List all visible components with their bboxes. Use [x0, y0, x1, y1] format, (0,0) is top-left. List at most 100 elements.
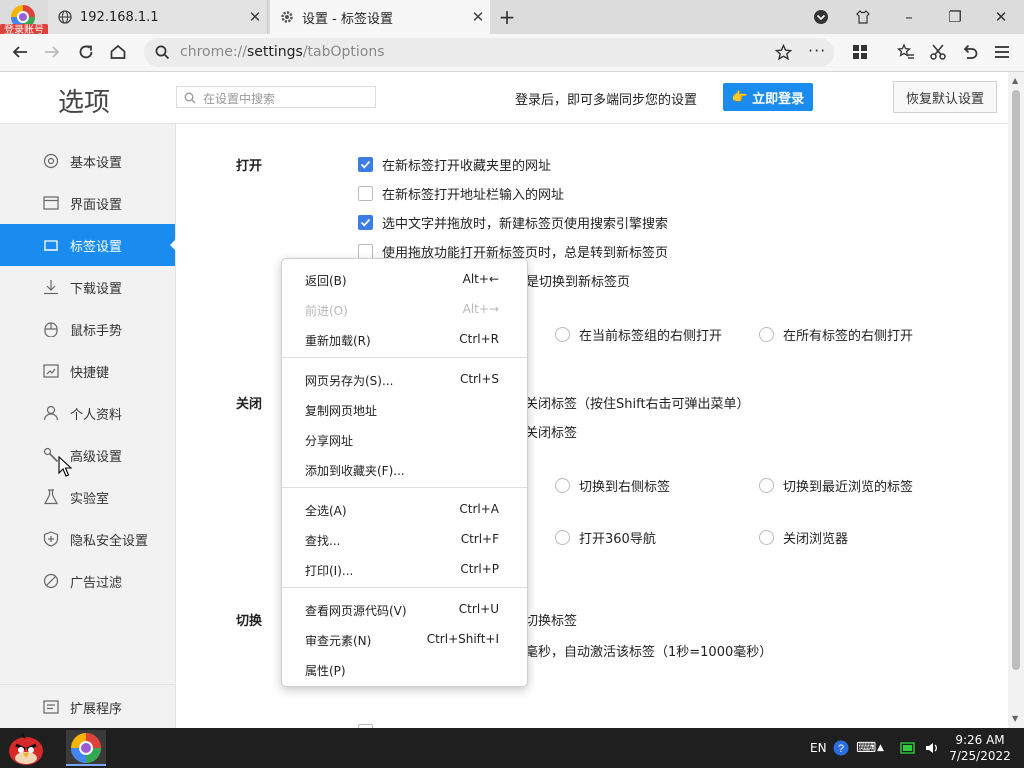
ctx-reload[interactable]: 重新加载(R) Ctrl+R	[282, 324, 527, 354]
url-scheme: chrome://	[180, 44, 247, 60]
ctx-label: 查看网页源代码(V)	[305, 604, 407, 618]
ctx-label: 添加到收藏夹(F)...	[305, 464, 405, 478]
radio-unselected[interactable]	[759, 530, 774, 545]
show-hidden-icons[interactable]: ▲	[877, 728, 884, 768]
favorites-button[interactable]	[892, 38, 920, 66]
option-close-tab-shift-menu-partial[interactable]: 关闭标签（按住Shift右击可弹出菜单）	[525, 393, 750, 412]
radio-unselected[interactable]	[555, 327, 570, 342]
sidebar-item-download[interactable]: 下载设置	[0, 266, 175, 308]
sidebar-item-profile[interactable]: 个人资料	[0, 392, 175, 434]
undo-close-button[interactable]	[956, 38, 984, 66]
settings-search-input[interactable]: 在设置中搜索	[176, 86, 376, 108]
option-close-tab-partial[interactable]: 关闭标签	[525, 422, 577, 441]
screenshot-button[interactable]	[924, 38, 952, 66]
ctx-inspect[interactable]: 审查元素(N) Ctrl+Shift+I	[282, 624, 527, 654]
option-drag-search[interactable]: 选中文字并拖放时，新建标签页使用搜索引擎搜索	[358, 213, 668, 232]
language-indicator[interactable]: EN	[810, 728, 827, 768]
reset-defaults-button[interactable]: 恢复默认设置	[893, 81, 997, 113]
ctx-properties[interactable]: 属性(P)	[282, 654, 527, 684]
sidebar-item-label: 鼠标手势	[70, 323, 123, 339]
star-icon[interactable]	[775, 44, 792, 61]
radio-unselected[interactable]	[555, 530, 570, 545]
radio-open-right-of-group[interactable]: 在当前标签组的右侧打开	[555, 325, 722, 344]
more-dots-icon[interactable]: ···	[808, 41, 826, 60]
page-scrollbar[interactable]: ▲ ▼	[1008, 72, 1024, 728]
sidebar-item-adblock[interactable]: 广告过滤	[0, 560, 175, 602]
new-tab-button[interactable]: +	[494, 4, 520, 30]
option-open-favorites-new-tab[interactable]: 在新标签打开收藏夹里的网址	[358, 155, 551, 174]
ctx-find[interactable]: 查找... Ctrl+F	[282, 524, 527, 554]
sidebar-item-shortcuts[interactable]: 快捷键	[0, 350, 175, 392]
scroll-down-icon[interactable]: ▼	[1012, 714, 1018, 723]
extension-icon	[43, 700, 59, 714]
radio-open-right-of-all[interactable]: 在所有标签的右侧打开	[759, 325, 913, 344]
sidebar-item-privacy[interactable]: 隐私安全设置	[0, 518, 175, 560]
option-switch-tab-partial[interactable]: 切换标签	[525, 610, 577, 629]
back-button[interactable]	[6, 38, 34, 66]
ctx-copy-url[interactable]: 复制网页地址	[282, 394, 527, 424]
ctx-share-url[interactable]: 分享网址	[282, 424, 527, 454]
address-url[interactable]: chrome://settings/tabOptions	[180, 44, 385, 60]
tab-settings[interactable]: 设置 - 标签设置 ✕	[270, 0, 490, 34]
battery-icon[interactable]	[900, 728, 916, 768]
option-label: 关闭标签（按住Shift右击可弹出菜单）	[525, 397, 750, 412]
ctx-separator	[282, 487, 527, 488]
volume-icon[interactable]	[924, 728, 940, 768]
system-clock[interactable]: 9:26 AM 7/25/2022	[948, 732, 1012, 764]
radio-close-browser[interactable]: 关闭浏览器	[759, 528, 848, 547]
sidebar-item-mouse-gestures[interactable]: 鼠标手势	[0, 308, 175, 350]
option-always-switch-new-tab-partial[interactable]: 总是切换到新标签页	[513, 271, 630, 290]
reload-button[interactable]	[72, 38, 100, 66]
ctx-label: 网页另存为(S)...	[305, 374, 394, 388]
ctx-save-page[interactable]: 网页另存为(S)... Ctrl+S	[282, 364, 527, 394]
menu-button[interactable]	[988, 38, 1016, 66]
ctx-back[interactable]: 返回(B) Alt+←	[282, 264, 527, 294]
checkbox-unchecked[interactable]	[358, 186, 373, 201]
option-open-addressbar-new-tab[interactable]: 在新标签打开地址栏输入的网址	[358, 184, 564, 203]
sidebar-item-extensions[interactable]: 扩展程序	[0, 686, 175, 728]
radio-unselected[interactable]	[759, 327, 774, 342]
checkbox-unchecked[interactable]	[358, 244, 373, 259]
restore-button[interactable]: ❐	[934, 0, 976, 34]
help-icon[interactable]: ?	[833, 728, 849, 768]
address-bar[interactable]: chrome://settings/tabOptions ···	[144, 38, 834, 67]
ime-icon[interactable]: ⌨	[856, 728, 876, 768]
tab-list-icon[interactable]	[800, 0, 842, 34]
home-button[interactable]	[104, 38, 132, 66]
angry-bird-icon[interactable]	[6, 730, 46, 766]
scroll-up-icon[interactable]: ▲	[1012, 76, 1018, 85]
tab-router[interactable]: 192.168.1.1 ✕	[48, 0, 268, 34]
sidebar-item-advanced[interactable]: 高级设置	[0, 434, 175, 476]
ctx-select-all[interactable]: 全选(A) Ctrl+A	[282, 494, 527, 524]
section-switch-title: 切换	[236, 614, 263, 629]
ctx-print[interactable]: 打印(I)... Ctrl+P	[282, 554, 527, 584]
radio-switch-to-right-tab[interactable]: 切换到右侧标签	[555, 476, 670, 495]
radio-open-360-nav[interactable]: 打开360导航	[555, 528, 656, 547]
browser-taskbar-icon[interactable]	[66, 730, 106, 766]
tab-close-icon[interactable]: ✕	[466, 8, 490, 26]
radio-unselected[interactable]	[555, 478, 570, 493]
sidebar-item-lab[interactable]: 实验室	[0, 476, 175, 518]
close-window-button[interactable]: ✕	[980, 0, 1022, 34]
sidebar-item-interface[interactable]: 界面设置	[0, 182, 175, 224]
radio-switch-to-recent-tab[interactable]: 切换到最近浏览的标签	[759, 476, 913, 495]
checkbox-checked[interactable]	[358, 157, 373, 172]
svg-text:?: ?	[838, 743, 844, 755]
tab-close-icon[interactable]: ✕	[243, 8, 267, 26]
apps-button[interactable]	[846, 38, 874, 66]
sidebar-item-tabs[interactable]: 标签设置	[0, 224, 176, 266]
ctx-shortcut: Ctrl+S	[459, 372, 499, 386]
ctx-view-source[interactable]: 查看网页源代码(V) Ctrl+U	[282, 594, 527, 624]
option-hover-activate-partial[interactable]: 毫秒，自动激活该标签（1秒=1000毫秒）	[525, 641, 772, 660]
minimize-button[interactable]: –	[888, 0, 930, 34]
radio-unselected[interactable]	[759, 478, 774, 493]
home-icon	[110, 44, 126, 59]
login-button[interactable]: 👉 立即登录	[723, 83, 813, 111]
ctx-add-favorite[interactable]: 添加到收藏夹(F)...	[282, 454, 527, 484]
skin-icon[interactable]	[842, 0, 884, 34]
ctx-forward[interactable]: 前进(O) Alt+→	[282, 294, 527, 324]
sidebar-item-basic[interactable]: 基本设置	[0, 140, 175, 182]
forward-button[interactable]	[38, 38, 66, 66]
scroll-thumb[interactable]	[1012, 90, 1020, 670]
checkbox-checked[interactable]	[358, 215, 373, 230]
